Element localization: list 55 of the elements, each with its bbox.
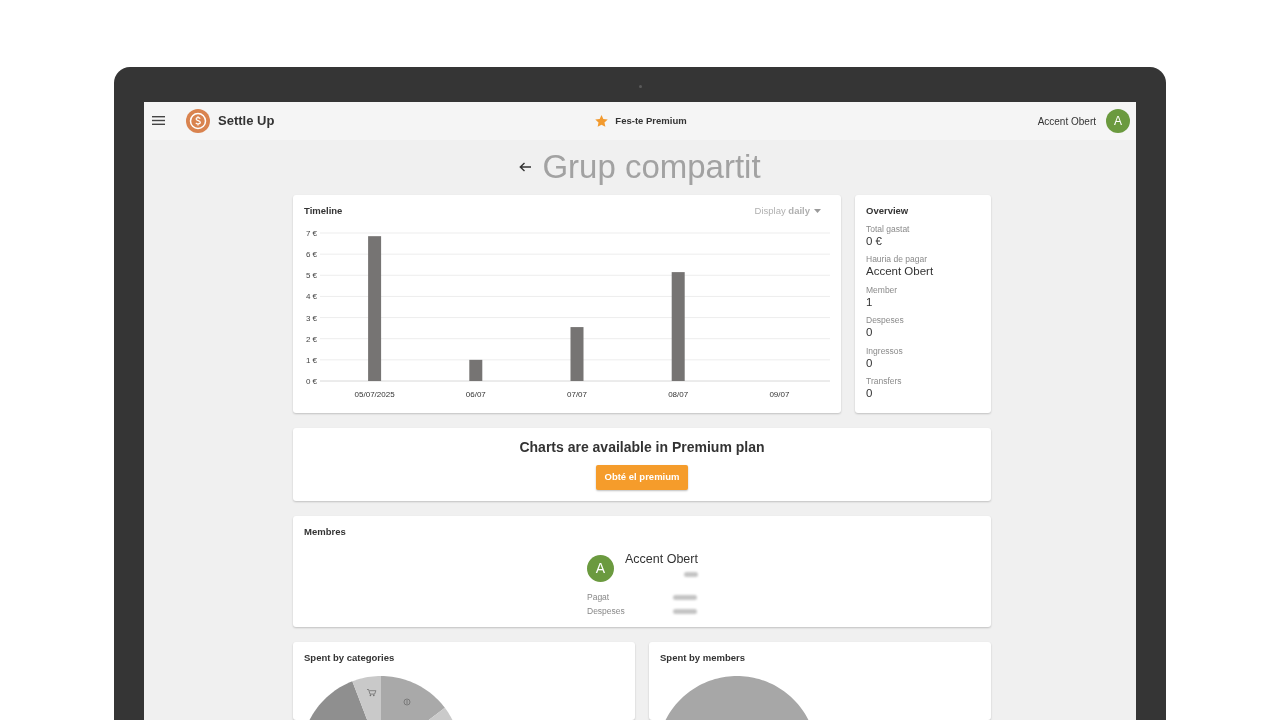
get-premium-button[interactable]: Obté el premium (596, 465, 688, 490)
y-axis-label: 7 € (305, 229, 317, 238)
member-name: Accent Obert (625, 552, 698, 566)
bar (469, 359, 483, 381)
blurred-amount (673, 608, 697, 614)
x-axis-label: 06/07 (465, 390, 486, 399)
stat-value: 0 (866, 326, 874, 339)
stat-label: Despeses (866, 315, 905, 326)
premium-link[interactable]: Fes-te Premium (595, 113, 687, 128)
card-title: Overview (866, 205, 910, 217)
stat-value: 0 (866, 356, 874, 370)
card-title: Timeline (304, 205, 343, 217)
star-icon (595, 114, 609, 127)
member-avatar: A (587, 555, 614, 582)
back-arrow-icon[interactable] (519, 162, 532, 173)
x-axis-label: 07/07 (567, 390, 587, 399)
page-title: Grup compartit (542, 147, 761, 188)
blurred-amount (673, 594, 697, 600)
coin-icon (403, 698, 411, 706)
x-axis-label: 05/07/2025 (354, 390, 395, 399)
y-axis-label: 1 € (305, 355, 317, 365)
app-name: Settle Up (218, 112, 275, 131)
x-axis-label: 09/07 (769, 390, 790, 399)
stat-label: Total gastat (866, 223, 911, 235)
camera-dot-icon (639, 85, 642, 88)
stat-label: Ingressos (866, 345, 904, 357)
x-axis-label: 08/07 (668, 390, 689, 399)
logo-icon (186, 108, 210, 133)
stat-value: Accent Obert (866, 265, 935, 278)
user-name: Accent Obert (1037, 115, 1096, 128)
stat-value: 1 (866, 295, 874, 309)
card-title: Spent by members (660, 652, 746, 664)
y-axis-label: 3 € (305, 313, 317, 323)
amount-label: Pagat (587, 591, 610, 604)
blurred-amount (683, 572, 698, 577)
caret-icon (814, 209, 821, 213)
y-axis-label: 0 € (305, 377, 317, 386)
bar (570, 327, 584, 381)
y-axis-label: 6 € (305, 250, 317, 260)
display-dropdown[interactable]: Display daily (754, 205, 821, 217)
y-axis-label: 2 € (305, 334, 317, 344)
card-title: Membres (304, 526, 347, 538)
menu-icon[interactable] (152, 116, 165, 126)
user-avatar[interactable]: A (1106, 108, 1130, 133)
stat-value: 0 € (866, 234, 883, 248)
premium-message: Charts are available in Premium plan (519, 438, 765, 456)
card-title: Spent by categories (304, 652, 396, 664)
y-axis-label: 4 € (305, 292, 317, 302)
stat-label: Transfers (866, 376, 903, 387)
cart-icon (366, 689, 377, 697)
stat-label: Hauria de pagar (866, 254, 928, 265)
y-axis-label: 5 € (305, 271, 317, 281)
stat-value: 0 (866, 387, 874, 400)
stat-label: Member (866, 284, 899, 296)
amount-label: Despeses (587, 605, 625, 618)
